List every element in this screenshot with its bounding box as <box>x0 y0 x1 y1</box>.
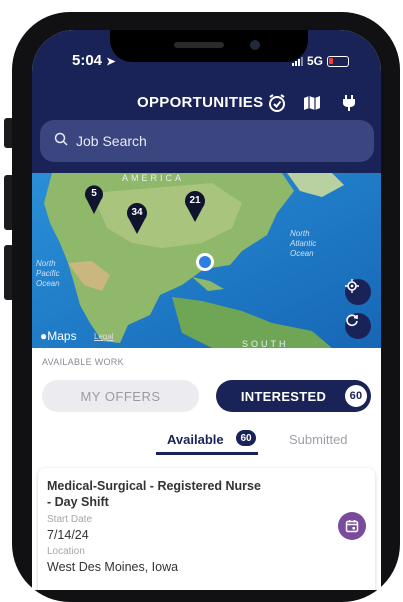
phone-frame: 5:04 ➤ 5G OPPORTUNITIES Job Search AMERI… <box>0 0 403 602</box>
signal-icon <box>291 56 303 66</box>
calendar-icon <box>345 520 359 533</box>
map-label-north-atlantic: North Atlantic Ocean <box>290 229 317 258</box>
interested-count-badge: 60 <box>345 385 367 407</box>
job-title: Medical-Surgical - Registered Nurse - Da… <box>47 479 261 509</box>
page-title: OPPORTUNITIES <box>137 94 264 111</box>
interested-button[interactable]: INTERESTED 60 <box>216 380 371 412</box>
job-search-bar[interactable]: Job Search <box>40 120 374 162</box>
search-icon <box>54 132 68 151</box>
active-tab-indicator <box>156 452 258 455</box>
start-date-value: 7/14/24 <box>47 528 89 542</box>
status-time: 5:04 ➤ <box>72 52 116 69</box>
tab-available[interactable]: Available <box>167 432 224 447</box>
start-date-label: Start Date <box>47 514 93 525</box>
jobs-map[interactable]: AMERICA North Pacific Ocean North Atlant… <box>32 173 381 348</box>
refresh-icon <box>346 314 358 327</box>
my-offers-button[interactable]: MY OFFERS <box>42 380 199 412</box>
location-value: West Des Moines, Iowa <box>47 560 179 574</box>
map-pin[interactable]: 21 <box>184 191 206 223</box>
schedule-button[interactable] <box>338 512 366 540</box>
availability-tabs: Available 60 Submitted <box>32 428 381 458</box>
device-notch <box>110 30 308 62</box>
location-arrow-icon: ➤ <box>106 56 116 68</box>
current-location-dot <box>196 253 214 271</box>
map-label-america: AMERICA <box>122 173 185 183</box>
locate-me-button[interactable] <box>345 279 371 305</box>
alarm-clock-icon[interactable] <box>266 92 288 114</box>
map-pin-count: 34 <box>131 207 143 218</box>
tab-submitted[interactable]: Submitted <box>289 432 348 447</box>
title-bar: OPPORTUNITIES <box>32 92 381 116</box>
map-label-north-pacific: North Pacific Ocean <box>36 259 60 288</box>
app-screen: 5:04 ➤ 5G OPPORTUNITIES Job Search AMERI… <box>32 30 381 590</box>
map-icon[interactable] <box>301 92 323 114</box>
status-indicators: 5G <box>291 54 349 68</box>
app-header: 5:04 ➤ 5G OPPORTUNITIES Job Search <box>32 30 381 173</box>
section-label: AVAILABLE WORK <box>42 357 124 367</box>
network-type: 5G <box>306 54 323 68</box>
map-pin[interactable]: 5 <box>84 185 104 215</box>
recenter-map-button[interactable] <box>345 313 371 339</box>
map-label-south: SOUTH <box>242 339 289 348</box>
map-pin-count: 21 <box>189 195 201 206</box>
crosshair-icon <box>345 279 359 293</box>
interested-label: INTERESTED <box>240 388 327 404</box>
map-pin-count: 5 <box>91 188 97 199</box>
map-pin[interactable]: 34 <box>126 203 148 235</box>
plug-icon[interactable] <box>338 92 360 114</box>
maps-attribution: ●Maps <box>40 329 77 343</box>
available-count-badge: 60 <box>236 430 256 446</box>
my-offers-label: MY OFFERS <box>80 388 161 404</box>
search-label: Job Search <box>76 133 147 149</box>
job-card[interactable]: Medical-Surgical - Registered Nurse - Da… <box>38 468 375 590</box>
legal-link[interactable]: Legal <box>94 332 114 341</box>
location-label: Location <box>47 546 85 557</box>
battery-icon <box>327 55 349 67</box>
